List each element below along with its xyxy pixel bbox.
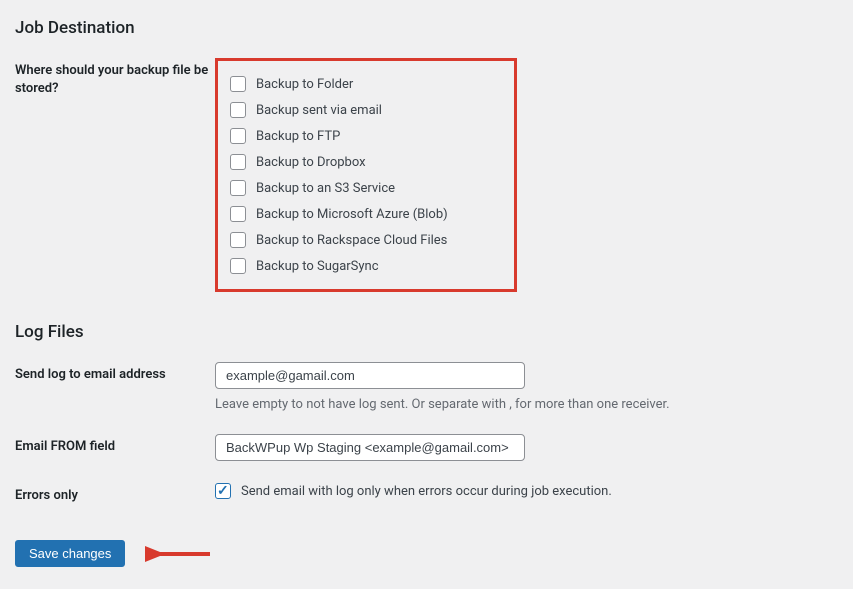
backup-to-ftp-label[interactable]: Backup to FTP: [256, 129, 340, 144]
backup-to-sugarsync-label[interactable]: Backup to SugarSync: [256, 259, 379, 274]
backup-to-rackspace-label[interactable]: Backup to Rackspace Cloud Files: [256, 233, 447, 248]
backup-to-ftp-checkbox[interactable]: [230, 128, 246, 144]
backup-to-folder-checkbox[interactable]: [230, 76, 246, 92]
email-from-input[interactable]: [215, 434, 525, 461]
log-files-title: Log Files: [15, 322, 838, 342]
destination-option: Backup to Folder: [230, 71, 502, 97]
destination-option: Backup to FTP: [230, 123, 502, 149]
destination-option: Backup to Microsoft Azure (Blob): [230, 201, 502, 227]
store-label: Where should your backup file be stored?: [15, 58, 215, 98]
email-from-label: Email FROM field: [15, 434, 215, 456]
destination-option: Backup to Rackspace Cloud Files: [230, 227, 502, 253]
backup-to-rackspace-checkbox[interactable]: [230, 232, 246, 248]
destination-option: Backup sent via email: [230, 97, 502, 123]
errors-only-text[interactable]: Send email with log only when errors occ…: [241, 484, 612, 499]
backup-via-email-checkbox[interactable]: [230, 102, 246, 118]
destination-options-box: Backup to Folder Backup sent via email B…: [215, 58, 517, 292]
backup-to-sugarsync-checkbox[interactable]: [230, 258, 246, 274]
send-log-label: Send log to email address: [15, 362, 215, 384]
send-log-help: Leave empty to not have log sent. Or sep…: [215, 397, 838, 412]
backup-to-azure-label[interactable]: Backup to Microsoft Azure (Blob): [256, 207, 448, 222]
arrow-annotation-icon: [145, 542, 215, 566]
destination-option: Backup to an S3 Service: [230, 175, 502, 201]
save-changes-button[interactable]: Save changes: [15, 540, 125, 567]
backup-to-s3-checkbox[interactable]: [230, 180, 246, 196]
backup-to-folder-label[interactable]: Backup to Folder: [256, 77, 353, 92]
backup-via-email-label[interactable]: Backup sent via email: [256, 103, 382, 118]
job-destination-title: Job Destination: [15, 18, 838, 38]
errors-only-checkbox[interactable]: [215, 483, 231, 499]
errors-only-label: Errors only: [15, 483, 215, 505]
backup-to-dropbox-label[interactable]: Backup to Dropbox: [256, 155, 366, 170]
destination-option: Backup to SugarSync: [230, 253, 502, 279]
backup-to-s3-label[interactable]: Backup to an S3 Service: [256, 181, 395, 196]
send-log-input[interactable]: [215, 362, 525, 389]
backup-to-azure-checkbox[interactable]: [230, 206, 246, 222]
backup-to-dropbox-checkbox[interactable]: [230, 154, 246, 170]
destination-option: Backup to Dropbox: [230, 149, 502, 175]
